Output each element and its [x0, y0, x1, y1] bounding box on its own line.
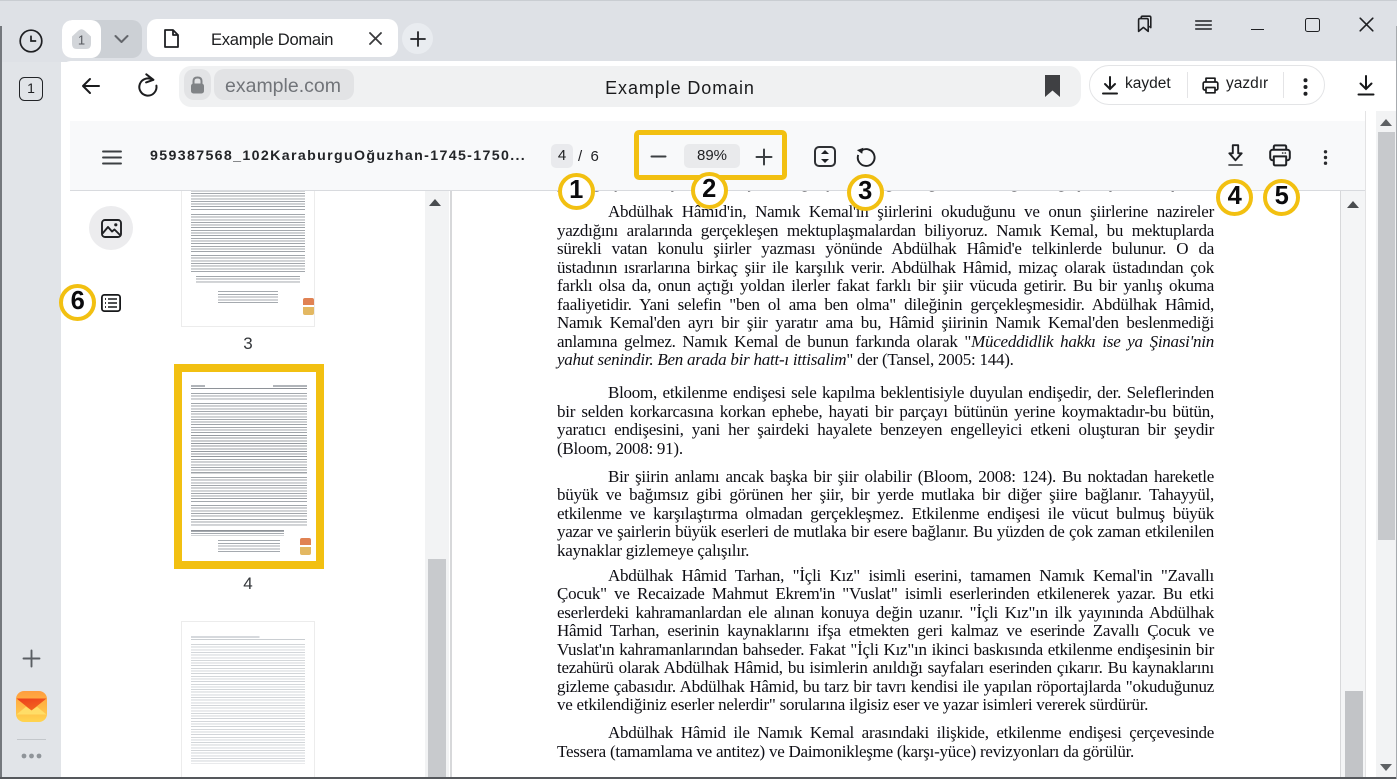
svg-text:1: 1: [78, 33, 85, 48]
